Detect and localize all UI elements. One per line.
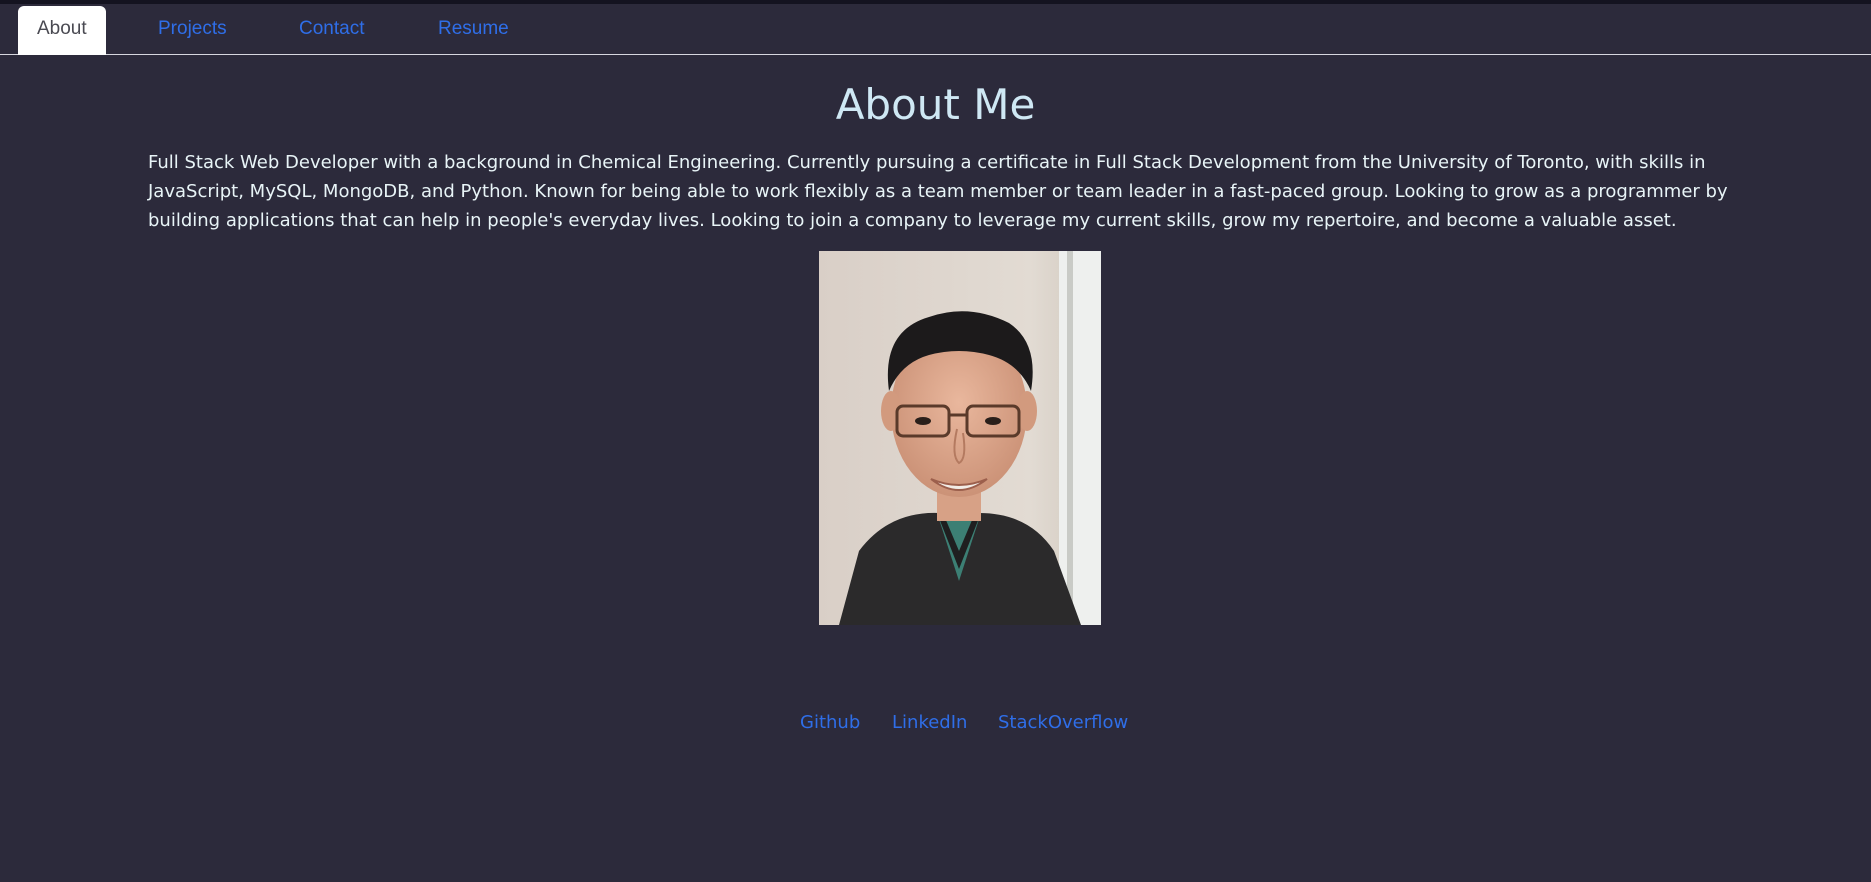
linkedin-link[interactable]: LinkedIn (892, 712, 967, 733)
profile-photo (819, 251, 1101, 625)
tab-contact[interactable]: Contact (299, 6, 364, 54)
tab-navigation: About Projects Contact Resume (0, 4, 1871, 55)
tab-resume[interactable]: Resume (438, 6, 509, 54)
github-link[interactable]: Github (800, 712, 860, 733)
social-links: Github LinkedIn StackOverflow (0, 712, 1871, 744)
page-title: About Me (835, 80, 1036, 129)
tab-about[interactable]: About (18, 6, 106, 55)
stackoverflow-link[interactable]: StackOverflow (998, 712, 1128, 733)
bio-paragraph: Full Stack Web Developer with a backgrou… (148, 152, 1728, 231)
tab-projects[interactable]: Projects (158, 6, 227, 54)
